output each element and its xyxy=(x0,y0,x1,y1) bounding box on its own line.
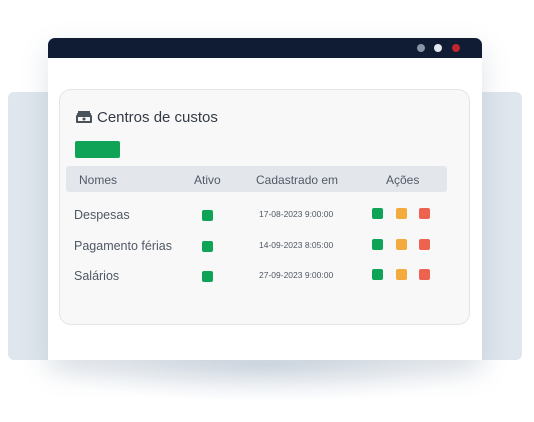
edit-button[interactable] xyxy=(396,239,407,250)
table-row: Salários 27-09-2023 9:00:00 xyxy=(60,267,469,287)
delete-button[interactable] xyxy=(419,239,430,250)
row-date: 14-09-2023 8:05:00 xyxy=(259,240,334,250)
row-date: 17-08-2023 9:00:00 xyxy=(259,209,334,219)
cost-centers-card: Centros de custos Nomes Ativo Cadastrado… xyxy=(59,89,470,325)
header-actions: Ações xyxy=(386,173,420,187)
minimize-dot[interactable] xyxy=(417,44,425,52)
view-button[interactable] xyxy=(372,239,383,250)
header-active[interactable]: Ativo xyxy=(194,173,221,187)
header-created-at[interactable]: Cadastrado em xyxy=(256,173,338,187)
card-title: Centros de custos xyxy=(75,107,218,127)
table-row: Despesas 17-08-2023 9:00:00 xyxy=(60,206,469,226)
window-titlebar xyxy=(48,38,482,58)
active-status-indicator xyxy=(202,210,213,221)
view-button[interactable] xyxy=(372,208,383,219)
table-header: Nomes Ativo Cadastrado em Ações xyxy=(66,166,447,192)
cash-stack-icon xyxy=(75,110,93,124)
row-name: Salários xyxy=(74,269,120,283)
maximize-dot[interactable] xyxy=(434,44,442,52)
add-cost-center-button[interactable] xyxy=(75,141,120,158)
edit-button[interactable] xyxy=(396,269,407,280)
table-row: Pagamento férias 14-09-2023 8:05:00 xyxy=(60,237,469,257)
delete-button[interactable] xyxy=(419,208,430,219)
active-status-indicator xyxy=(202,271,213,282)
row-name: Pagamento férias xyxy=(74,239,172,253)
scene: Centros de custos Nomes Ativo Cadastrado… xyxy=(0,0,534,422)
header-names[interactable]: Nomes xyxy=(79,173,117,187)
view-button[interactable] xyxy=(372,269,383,280)
row-date: 27-09-2023 9:00:00 xyxy=(259,270,334,280)
app-window: Centros de custos Nomes Ativo Cadastrado… xyxy=(48,38,482,360)
delete-button[interactable] xyxy=(419,269,430,280)
card-title-text: Centros de custos xyxy=(97,108,218,126)
close-dot[interactable] xyxy=(452,44,460,52)
active-status-indicator xyxy=(202,241,213,252)
edit-button[interactable] xyxy=(396,208,407,219)
row-name: Despesas xyxy=(74,208,130,222)
